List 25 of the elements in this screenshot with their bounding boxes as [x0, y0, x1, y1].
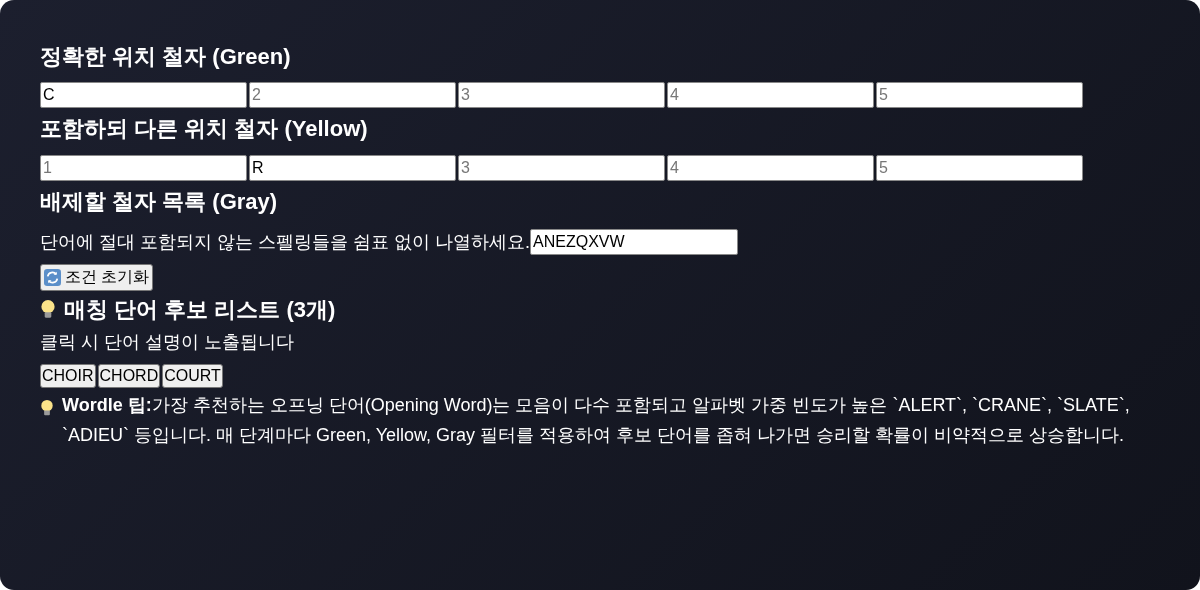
letter-input[interactable]: 3: [458, 82, 665, 109]
field-label: 단어에 절대 포함되지 않는 스펠링들을 쉼표 없이 나열하세요.: [40, 231, 530, 255]
letter-input[interactable]: C: [40, 82, 247, 109]
section-heading: 포함하되 다른 위치 철자 (Yellow): [40, 116, 369, 143]
excluded-letters-input[interactable]: ANEZQXVW: [530, 229, 738, 256]
letter-input[interactable]: R: [249, 154, 456, 181]
reset-button[interactable]: 조건 초기화: [40, 263, 154, 291]
letter-input[interactable]: 5: [876, 82, 1083, 109]
refresh-icon: [44, 268, 61, 286]
letter-input[interactable]: 4: [667, 154, 874, 181]
letter-input[interactable]: 2: [249, 82, 456, 109]
word-button[interactable]: CHORD: [97, 363, 161, 388]
word-button[interactable]: COURT: [162, 363, 223, 388]
section-heading: 배제할 철자 목록 (Gray): [40, 188, 279, 216]
word-button[interactable]: CHOIR: [40, 363, 96, 388]
hint-text: 클릭 시 단어 설명이 노출됩니다: [40, 331, 295, 355]
letter-input[interactable]: 1: [40, 154, 247, 181]
section-heading: 매칭 단어 후보 리스트 (3개): [64, 296, 336, 324]
letter-input[interactable]: 5: [876, 154, 1083, 181]
lightbulb-icon: [40, 298, 56, 321]
section-heading: 정확한 위치 철자 (Green): [40, 44, 292, 71]
tip-paragraph: Wordle 팁:가장 추천하는 오프닝 단어(Opening Word)는 모음이 다수 포함되고 알파벳 가중 빈도가 높은 `ALERT`, `CRANE`, `SLATE`, `ADIEU` 등입니다. 매 단계마다 Green, Yellow, Gray 필터를 적용하여 후보 단어를 좁혀 나가면 승리할 확률이 비약적으로 상승합니다.: [62, 393, 1131, 448]
letter-input[interactable]: 4: [667, 82, 874, 109]
letter-input[interactable]: 3: [458, 154, 665, 181]
lightbulb-icon: [40, 398, 54, 418]
